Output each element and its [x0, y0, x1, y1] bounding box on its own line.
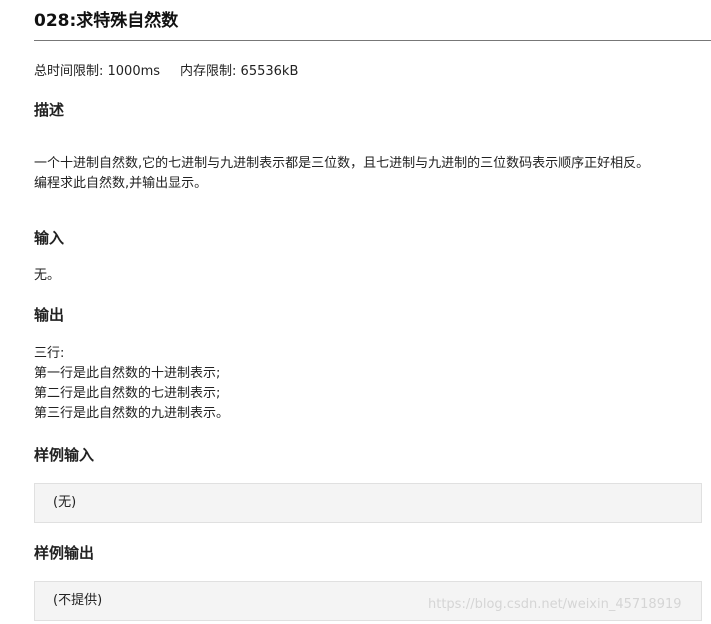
output-line: 第三行是此自然数的九进制表示。 — [34, 406, 230, 421]
input-heading: 输入 — [34, 229, 65, 247]
input-line: 无。 — [34, 268, 61, 283]
limits-row: 总时间限制: 1000ms 内存限制: 65536kB — [34, 62, 298, 82]
sample-input-heading: 样例输入 — [34, 446, 95, 464]
output-line: 三行: — [34, 346, 65, 361]
sample-input-box: (无) — [34, 483, 702, 523]
output-line: 第二行是此自然数的七进制表示; — [34, 386, 221, 401]
output-heading: 输出 — [34, 306, 65, 324]
description-text: 一个十进制自然数,它的七进制与九进制表示都是三位数，且七进制与九进制的三位数码表… — [34, 154, 649, 194]
description-line: 编程求此自然数,并输出显示。 — [34, 176, 208, 191]
output-text: 三行: 第一行是此自然数的十进制表示; 第二行是此自然数的七进制表示; 第三行是… — [34, 344, 229, 424]
input-text: 无。 — [34, 266, 60, 286]
sample-output-content: (不提供) — [53, 593, 103, 608]
memory-limit: 内存限制: 65536kB — [180, 64, 299, 79]
watermark-text: https://blog.csdn.net/weixin_45718919 — [428, 597, 682, 612]
output-line: 第一行是此自然数的十进制表示; — [34, 366, 221, 381]
time-limit: 总时间限制: 1000ms — [34, 64, 161, 79]
sample-input-content: (无) — [53, 495, 77, 510]
problem-title: 028:求特殊自然数 — [34, 11, 179, 31]
description-heading: 描述 — [34, 101, 65, 119]
description-line: 一个十进制自然数,它的七进制与九进制表示都是三位数，且七进制与九进制的三位数码表… — [34, 156, 650, 171]
problem-page: 028:求特殊自然数 总时间限制: 1000ms 内存限制: 65536kB 描述… — [0, 0, 711, 624]
title-divider — [34, 40, 711, 41]
sample-output-heading: 样例输出 — [34, 544, 95, 562]
